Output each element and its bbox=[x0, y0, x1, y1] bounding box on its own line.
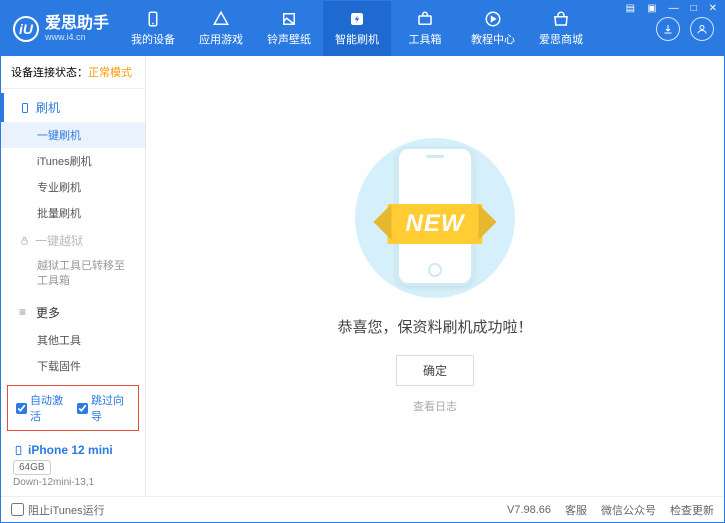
toolbox-icon bbox=[416, 10, 434, 28]
checkbox-label: 自动激活 bbox=[30, 392, 69, 424]
maximize-icon[interactable]: □ bbox=[688, 3, 700, 14]
app-window: ▤ ▣ — □ ✕ iU 爱思助手 www.i4.cn 我的设备 应用游戏 bbox=[0, 0, 725, 523]
app-name: 爱思助手 bbox=[45, 16, 109, 32]
flash-icon bbox=[348, 10, 366, 28]
checkbox-label: 跳过向导 bbox=[91, 392, 130, 424]
sidebar-item-batch-flash[interactable]: 批量刷机 bbox=[1, 200, 145, 226]
nav-label: 教程中心 bbox=[471, 31, 515, 47]
store-icon bbox=[552, 10, 570, 28]
device-name-text: iPhone 12 mini bbox=[28, 443, 113, 457]
sidebar: 设备连接状态：正常模式 刷机 一键刷机 iTunes刷机 专业刷机 批量刷机 一… bbox=[1, 56, 146, 496]
connection-value: 正常模式 bbox=[88, 67, 132, 79]
logo: iU 爱思助手 www.i4.cn bbox=[1, 16, 119, 42]
sidebar-item-pro-flash[interactable]: 专业刷机 bbox=[1, 174, 145, 200]
nav-ringtones[interactable]: 铃声壁纸 bbox=[255, 1, 323, 56]
version-label: V7.98.66 bbox=[507, 504, 551, 516]
connection-status: 设备连接状态：正常模式 bbox=[1, 56, 145, 89]
phone-icon bbox=[19, 102, 31, 114]
top-nav: 我的设备 应用游戏 铃声壁纸 智能刷机 工具箱 教程中心 bbox=[119, 1, 595, 56]
ok-button[interactable]: 确定 bbox=[396, 355, 474, 386]
nav-label: 铃声壁纸 bbox=[267, 31, 311, 47]
section-label: 一键越狱 bbox=[35, 232, 83, 249]
titlebar-skin-icon[interactable]: ▣ bbox=[644, 3, 659, 14]
device-storage-badge: 64GB bbox=[13, 460, 51, 475]
nav-label: 智能刷机 bbox=[335, 31, 379, 47]
customer-service-link[interactable]: 客服 bbox=[565, 502, 587, 518]
success-illustration: NEW bbox=[335, 138, 535, 298]
section-flash[interactable]: 刷机 bbox=[1, 93, 145, 122]
nav-my-device[interactable]: 我的设备 bbox=[119, 1, 187, 56]
minimize-icon[interactable]: — bbox=[666, 3, 682, 14]
wallpaper-icon bbox=[280, 10, 298, 28]
sidebar-tree: 刷机 一键刷机 iTunes刷机 专业刷机 批量刷机 一键越狱 越狱工具已转移至… bbox=[1, 89, 145, 381]
skip-guide-input[interactable] bbox=[77, 403, 88, 414]
success-message: 恭喜您，保资料刷机成功啦！ bbox=[337, 316, 532, 337]
view-log-link[interactable]: 查看日志 bbox=[413, 398, 457, 414]
section-more[interactable]: ≡ 更多 bbox=[1, 298, 145, 327]
jailbreak-note: 越狱工具已转移至工具箱 bbox=[1, 255, 145, 298]
auto-activate-checkbox[interactable]: 自动激活 bbox=[16, 392, 69, 424]
lock-icon bbox=[19, 235, 30, 246]
connection-label: 设备连接状态： bbox=[11, 67, 88, 79]
nav-store[interactable]: 爱思商城 bbox=[527, 1, 595, 56]
sidebar-item-advanced[interactable]: 高级功能 bbox=[1, 379, 145, 381]
download-icon bbox=[662, 23, 674, 35]
section-jailbreak: 一键越狱 bbox=[1, 226, 145, 255]
nav-label: 爱思商城 bbox=[539, 31, 583, 47]
nav-smart-flash[interactable]: 智能刷机 bbox=[323, 1, 391, 56]
check-update-link[interactable]: 检查更新 bbox=[670, 502, 714, 518]
device-icon bbox=[144, 10, 162, 28]
device-name: iPhone 12 mini bbox=[13, 443, 133, 457]
auto-activate-input[interactable] bbox=[16, 403, 27, 414]
account-button[interactable] bbox=[690, 17, 714, 41]
phone-icon bbox=[13, 445, 24, 456]
header-bar: ▤ ▣ — □ ✕ iU 爱思助手 www.i4.cn 我的设备 应用游戏 bbox=[1, 1, 724, 56]
app-url: www.i4.cn bbox=[45, 32, 109, 42]
window-controls: ▤ ▣ — □ ✕ bbox=[623, 3, 720, 14]
device-card[interactable]: iPhone 12 mini 64GB Down-12mini-13,1 bbox=[7, 439, 139, 492]
skip-guide-checkbox[interactable]: 跳过向导 bbox=[77, 392, 130, 424]
nav-tutorials[interactable]: 教程中心 bbox=[459, 1, 527, 56]
new-ribbon: NEW bbox=[388, 204, 483, 244]
user-icon bbox=[696, 23, 708, 35]
download-button[interactable] bbox=[656, 17, 680, 41]
section-label: 更多 bbox=[36, 304, 60, 321]
list-icon: ≡ bbox=[19, 305, 31, 319]
nav-label: 应用游戏 bbox=[199, 31, 243, 47]
titlebar-menu-icon[interactable]: ▤ bbox=[623, 3, 638, 14]
flash-options: 自动激活 跳过向导 bbox=[7, 385, 139, 431]
wechat-link[interactable]: 微信公众号 bbox=[601, 502, 656, 518]
tutorial-icon bbox=[484, 10, 502, 28]
body: 设备连接状态：正常模式 刷机 一键刷机 iTunes刷机 专业刷机 批量刷机 一… bbox=[1, 56, 724, 496]
main-pane: NEW 恭喜您，保资料刷机成功啦！ 确定 查看日志 bbox=[146, 56, 724, 496]
device-subline: Down-12mini-13,1 bbox=[13, 477, 133, 488]
nav-apps-games[interactable]: 应用游戏 bbox=[187, 1, 255, 56]
nav-toolbox[interactable]: 工具箱 bbox=[391, 1, 459, 56]
nav-label: 工具箱 bbox=[409, 31, 442, 47]
block-itunes-input[interactable] bbox=[11, 503, 24, 516]
sidebar-item-download-firmware[interactable]: 下载固件 bbox=[1, 353, 145, 379]
block-itunes-checkbox[interactable]: 阻止iTunes运行 bbox=[11, 502, 105, 518]
section-label: 刷机 bbox=[36, 99, 60, 116]
close-icon[interactable]: ✕ bbox=[706, 3, 720, 14]
header-right bbox=[656, 17, 724, 41]
sidebar-item-oneclick-flash[interactable]: 一键刷机 bbox=[1, 122, 145, 148]
sidebar-item-other-tools[interactable]: 其他工具 bbox=[1, 327, 145, 353]
nav-label: 我的设备 bbox=[131, 31, 175, 47]
sidebar-item-itunes-flash[interactable]: iTunes刷机 bbox=[1, 148, 145, 174]
status-bar: 阻止iTunes运行 V7.98.66 客服 微信公众号 检查更新 bbox=[1, 496, 724, 522]
apps-icon bbox=[212, 10, 230, 28]
logo-icon: iU bbox=[13, 16, 39, 42]
checkbox-label: 阻止iTunes运行 bbox=[28, 502, 105, 518]
